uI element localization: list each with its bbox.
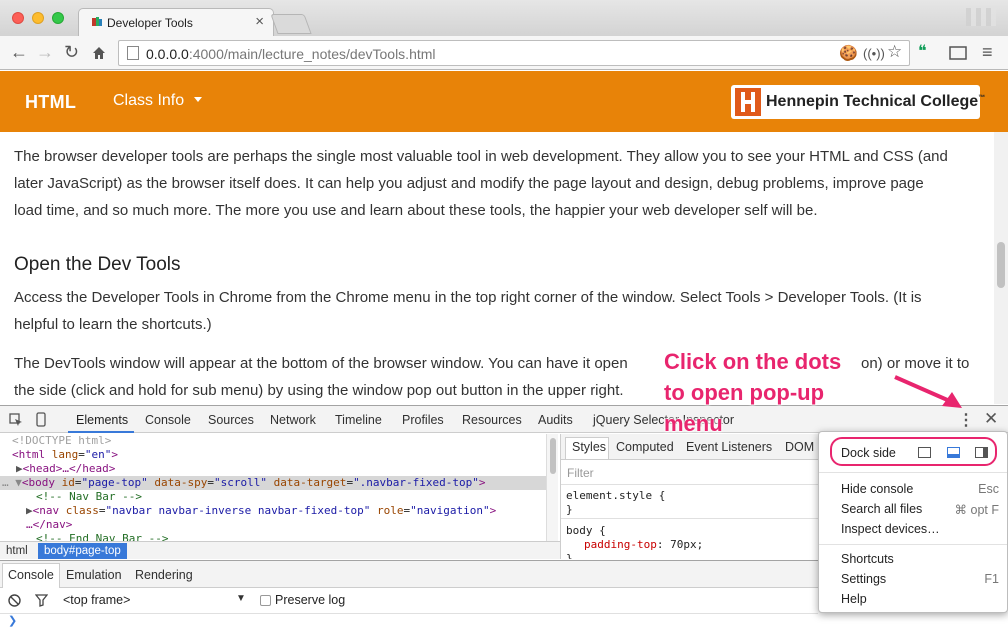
preserve-log-checkbox[interactable] <box>260 595 271 606</box>
tab-elements[interactable]: Elements <box>76 413 128 427</box>
preserve-log-label[interactable]: Preserve log <box>275 593 345 607</box>
dom-breadcrumb: html body#page-top <box>0 541 560 559</box>
drawer-tab-emulation[interactable]: Emulation <box>66 568 122 582</box>
intro-line-1: The browser developer tools are perhaps … <box>14 148 948 165</box>
tab-dom[interactable]: DOM <box>785 440 814 454</box>
college-h-mark-icon <box>735 88 761 116</box>
page-scrollbar[interactable] <box>994 132 1008 404</box>
minimize-window-button[interactable] <box>32 12 44 24</box>
body-style-rule[interactable]: body { <box>566 524 606 537</box>
tab-computed[interactable]: Computed <box>616 440 674 454</box>
book-icon <box>92 17 102 26</box>
reload-icon[interactable]: ↻ <box>64 42 79 62</box>
open-line-2: helpful to learn the shortcuts.) <box>14 316 212 333</box>
menu-item-shortcuts[interactable]: Shortcuts <box>841 552 894 566</box>
elements-tree[interactable]: <!DOCTYPE html> <html lang="en"> ▶<head>… <box>0 434 546 541</box>
tab-console[interactable]: Console <box>145 413 191 427</box>
annotation-arrow-icon <box>894 375 962 408</box>
tab-close-icon[interactable]: × <box>255 13 264 30</box>
tab-styles[interactable]: Styles <box>572 440 606 454</box>
elements-scrollbar[interactable] <box>546 434 558 541</box>
hangouts-icon[interactable]: ❝ <box>918 43 927 61</box>
class-info-dropdown[interactable]: Class Info <box>113 92 184 110</box>
chrome-menu-icon[interactable]: ≡ <box>982 43 993 61</box>
element-style-rule[interactable]: element.style { <box>566 489 665 502</box>
address-bar[interactable]: 0.0.0.0:4000/main/lecture_notes/devTools… <box>118 40 910 66</box>
devtools-line-1: The DevTools window will appear at the b… <box>14 355 628 372</box>
rule-close-brace: } <box>566 503 573 516</box>
menu-item-settings[interactable]: Settings <box>841 572 886 586</box>
frame-caret-icon[interactable]: ▼ <box>236 593 246 604</box>
zoom-window-button[interactable] <box>52 12 64 24</box>
style-property[interactable]: padding-top: 70px; <box>584 538 703 551</box>
forward-icon[interactable]: → <box>36 42 54 62</box>
filter-icon[interactable] <box>35 594 48 607</box>
menu-item-search-all-files[interactable]: Search all files <box>841 502 922 516</box>
browser-titlebar: Developer Tools × <box>0 0 1008 36</box>
tab-resources[interactable]: Resources <box>462 413 522 427</box>
shortcut-hide-console: Esc <box>978 482 999 496</box>
code-line[interactable]: ▶<nav class="navbar navbar-inverse navba… <box>0 504 546 518</box>
page-icon <box>127 46 139 60</box>
url-text[interactable]: 0.0.0.0:4000/main/lecture_notes/devTools… <box>146 46 436 62</box>
cookie-blocked-icon[interactable]: 🍪 <box>839 44 858 62</box>
tab-sources[interactable]: Sources <box>208 413 254 427</box>
devtools-line-2: the side (click and hold for sub menu) b… <box>14 382 624 399</box>
code-line[interactable]: …</nav> <box>0 518 546 532</box>
profile-avatar[interactable] <box>966 8 996 26</box>
back-icon[interactable]: ← <box>10 42 28 62</box>
console-toolbar: <top frame> ▼ Preserve log <box>0 588 818 614</box>
shortcut-settings: F1 <box>984 572 999 586</box>
tab-event-listeners[interactable]: Event Listeners <box>686 440 772 454</box>
crumb-body[interactable]: body#page-top <box>38 543 127 559</box>
inspect-element-icon[interactable] <box>9 413 23 427</box>
code-line[interactable]: <!-- End Nav Bar --> <box>0 532 546 541</box>
tab-title: Developer Tools <box>107 16 193 30</box>
device-mode-icon[interactable] <box>36 412 46 427</box>
drawer-tab-rendering[interactable]: Rendering <box>135 568 193 582</box>
section-heading: Open the Dev Tools <box>14 254 181 275</box>
active-tab-indicator <box>68 431 134 433</box>
drawer-tab-bar: Console Emulation Rendering <box>0 560 818 589</box>
open-line-1: Access the Developer Tools in Chrome fro… <box>14 289 922 306</box>
tab-network[interactable]: Network <box>270 413 316 427</box>
intro-line-2: later JavaScript) as the browser itself … <box>14 175 924 192</box>
home-icon[interactable] <box>92 46 106 60</box>
close-window-button[interactable] <box>12 12 24 24</box>
college-logo[interactable]: Hennepin Technical College™ <box>731 85 985 119</box>
new-tab-button[interactable] <box>270 14 312 34</box>
cast-icon[interactable] <box>949 46 967 60</box>
code-line[interactable]: <html lang="en"> <box>0 448 546 462</box>
site-brand[interactable]: HTML <box>25 92 76 113</box>
console-prompt[interactable]: ❯ <box>8 614 17 627</box>
browser-toolbar: ← → ↻ 0.0.0.0:4000/main/lecture_notes/de… <box>0 36 1008 70</box>
crumb-html[interactable]: html <box>0 543 34 559</box>
clear-console-icon[interactable] <box>8 594 21 607</box>
code-line[interactable]: ▶<head>…</head> <box>0 462 546 476</box>
menu-item-inspect-devices[interactable]: Inspect devices… <box>841 522 940 536</box>
code-line-selected[interactable]: … ▼<body id="page-top" data-spy="scroll"… <box>0 476 546 490</box>
tab-audits[interactable]: Audits <box>538 413 573 427</box>
frame-select[interactable]: <top frame> <box>63 593 130 607</box>
drawer-tab-console[interactable]: Console <box>8 568 54 582</box>
tab-timeline[interactable]: Timeline <box>335 413 382 427</box>
rule-close-brace: } <box>566 552 573 559</box>
close-devtools-icon[interactable]: ✕ <box>984 409 998 429</box>
dock-side-highlight-ring <box>830 437 997 466</box>
tutorial-annotation: Click on the dots to open pop-up menu <box>664 349 842 436</box>
styles-sidebar: Styles Computed Event Listeners DOM Filt… <box>560 434 818 559</box>
bookmark-star-icon[interactable]: ☆ <box>887 42 902 62</box>
menu-item-hide-console[interactable]: Hide console <box>841 482 913 496</box>
shortcut-search-all-files: ⌘ opt F <box>954 503 999 517</box>
college-name: Hennepin Technical College™ <box>766 93 986 110</box>
code-line[interactable]: <!-- Nav Bar --> <box>0 490 546 504</box>
browser-tab[interactable]: Developer Tools × <box>78 8 274 36</box>
intro-line-3: load time, and so much more. The more yo… <box>14 202 818 219</box>
code-line[interactable]: <!DOCTYPE html> <box>0 434 546 448</box>
broadcast-icon[interactable]: ((•)) <box>863 46 885 61</box>
caret-down-icon <box>194 97 202 102</box>
styles-filter-input[interactable]: Filter <box>567 466 594 480</box>
menu-item-help[interactable]: Help <box>841 592 867 606</box>
tab-profiles[interactable]: Profiles <box>402 413 444 427</box>
